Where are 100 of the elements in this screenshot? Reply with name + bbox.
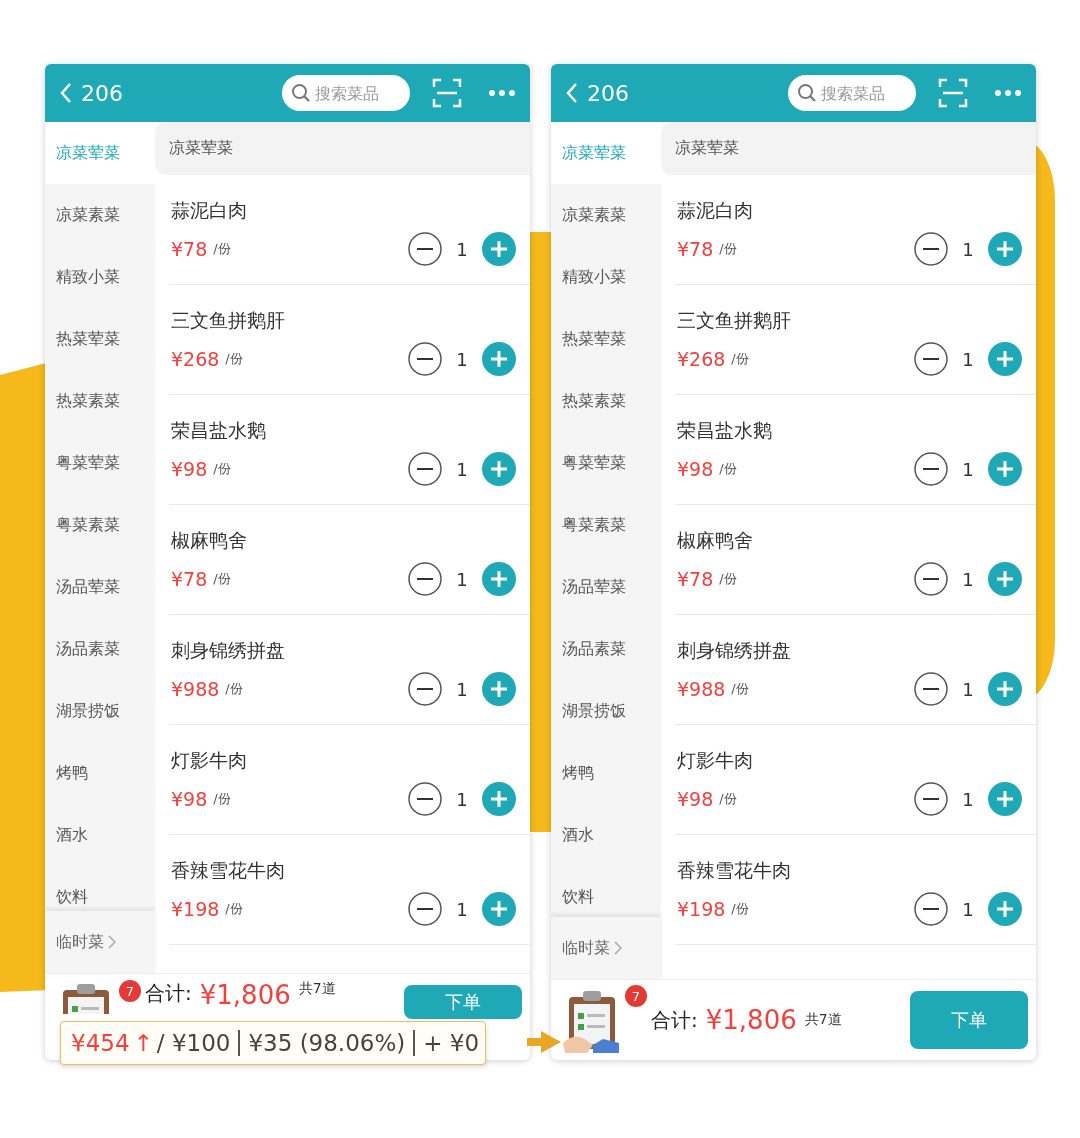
over-amount: ¥454 <box>71 1030 130 1056</box>
dish-name: 灯影牛肉 <box>677 748 754 773</box>
dish-name: 香辣雪花牛肉 <box>171 858 286 883</box>
category-item[interactable]: 酒水 <box>551 804 661 866</box>
dish-count: 共7道 <box>804 1011 842 1029</box>
plus-button[interactable] <box>482 452 516 486</box>
quantity-value: 1 <box>961 678 975 700</box>
plus-button[interactable] <box>988 562 1022 596</box>
category-item[interactable]: 烤鸭 <box>45 742 155 804</box>
plus-button[interactable] <box>482 672 516 706</box>
quantity-value: 1 <box>961 348 975 370</box>
minus-button[interactable] <box>914 562 948 596</box>
dish-name: 刺身锦绣拼盘 <box>677 638 792 663</box>
category-item[interactable]: 热菜素菜 <box>45 370 155 432</box>
saving-amount: ¥35 (98.06%) <box>248 1030 406 1056</box>
quantity-value: 1 <box>961 458 975 480</box>
minus-button[interactable] <box>408 342 442 376</box>
dish-name: 三文鱼拼鹅肝 <box>171 308 286 333</box>
plus-button[interactable] <box>482 892 516 926</box>
plus-button[interactable] <box>988 452 1022 486</box>
price-unit: /份 <box>731 680 749 698</box>
dish-price: ¥198 <box>171 898 220 920</box>
category-item[interactable]: 热菜荤菜 <box>45 308 155 370</box>
plus-button[interactable] <box>988 232 1022 266</box>
plus-button[interactable] <box>482 342 516 376</box>
minus-button[interactable] <box>408 562 442 596</box>
minus-button[interactable] <box>914 672 948 706</box>
temp-dish-item[interactable]: 临时菜 <box>45 911 155 973</box>
price-unit: /份 <box>225 680 243 698</box>
dish-price: ¥98 <box>677 788 714 810</box>
category-item[interactable]: 酒水 <box>45 804 155 866</box>
minus-button[interactable] <box>914 452 948 486</box>
price-unit: /份 <box>731 900 749 918</box>
total-label: 合计: <box>651 1006 698 1034</box>
category-item[interactable]: 粤菜荤菜 <box>45 432 155 494</box>
minus-button[interactable] <box>914 232 948 266</box>
table-number: 206 <box>81 80 123 106</box>
plus-button[interactable] <box>988 782 1022 816</box>
minus-button[interactable] <box>914 892 948 926</box>
category-item[interactable]: 汤品荤菜 <box>45 556 155 618</box>
dish-price: ¥78 <box>171 568 208 590</box>
dish-price: ¥78 <box>677 568 714 590</box>
category-item[interactable]: 热菜素菜 <box>551 370 661 432</box>
plus-button[interactable] <box>988 342 1022 376</box>
minus-button[interactable] <box>408 232 442 266</box>
more-icon[interactable] <box>488 89 516 97</box>
minus-button[interactable] <box>408 782 442 816</box>
count-badge: 7 <box>625 985 647 1007</box>
dish-name: 灯影牛肉 <box>171 748 248 773</box>
price-unit: /份 <box>225 900 243 918</box>
search-field[interactable]: 搜索菜品 <box>788 75 916 111</box>
category-item[interactable]: 湖景捞饭 <box>45 680 155 742</box>
scan-icon[interactable] <box>432 78 462 108</box>
category-item[interactable]: 烤鸭 <box>551 742 661 804</box>
dish-name: 荣昌盐水鹅 <box>171 418 267 443</box>
category-item[interactable]: 粤菜素菜 <box>45 494 155 556</box>
arrow-icon <box>527 1030 561 1054</box>
plus-button[interactable] <box>482 782 516 816</box>
dish-name: 椒麻鸭舍 <box>171 528 248 553</box>
plus-button[interactable] <box>482 562 516 596</box>
plus-button[interactable] <box>988 672 1022 706</box>
scan-icon[interactable] <box>938 78 968 108</box>
category-item[interactable]: 湖景捞饭 <box>551 680 661 742</box>
category-item[interactable]: 汤品荤菜 <box>551 556 661 618</box>
dish-name: 三文鱼拼鹅肝 <box>677 308 792 333</box>
category-item[interactable]: 粤菜素菜 <box>551 494 661 556</box>
more-icon[interactable] <box>994 89 1022 97</box>
category-item[interactable]: 凉菜素菜 <box>45 184 155 246</box>
minus-button[interactable] <box>914 782 948 816</box>
category-item[interactable]: 粤菜荤菜 <box>551 432 661 494</box>
price-unit: /份 <box>719 240 737 258</box>
temp-dish-item[interactable]: 临时菜 <box>551 917 661 979</box>
price-unit: /份 <box>719 460 737 478</box>
category-item[interactable]: 精致小菜 <box>551 246 661 308</box>
category-item[interactable]: 饮料 <box>45 866 155 911</box>
category-item[interactable]: 凉菜素菜 <box>551 184 661 246</box>
quantity-value: 1 <box>455 348 469 370</box>
minus-button[interactable] <box>914 342 948 376</box>
price-unit: /份 <box>213 570 231 588</box>
category-item[interactable]: 饮料 <box>551 866 661 917</box>
minus-button[interactable] <box>408 452 442 486</box>
plus-button[interactable] <box>482 232 516 266</box>
quantity-value: 1 <box>455 568 469 590</box>
search-field[interactable]: 搜索菜品 <box>282 75 410 111</box>
trend-arrow: ↑ <box>133 1030 153 1056</box>
minus-button[interactable] <box>408 892 442 926</box>
total-label: 合计: <box>145 980 192 1007</box>
quantity-value: 1 <box>961 568 975 590</box>
category-item[interactable]: 汤品素菜 <box>45 618 155 680</box>
quantity-value: 1 <box>961 788 975 810</box>
category-item[interactable]: 汤品素菜 <box>551 618 661 680</box>
budget-amount: / ¥100 <box>156 1030 231 1056</box>
category-item[interactable]: 精致小菜 <box>45 246 155 308</box>
back-icon[interactable] <box>59 82 73 104</box>
plus-button[interactable] <box>988 892 1022 926</box>
minus-button[interactable] <box>408 672 442 706</box>
category-item[interactable]: 热菜荤菜 <box>551 308 661 370</box>
quantity-value: 1 <box>961 238 975 260</box>
quantity-value: 1 <box>455 458 469 480</box>
back-icon[interactable] <box>565 82 579 104</box>
